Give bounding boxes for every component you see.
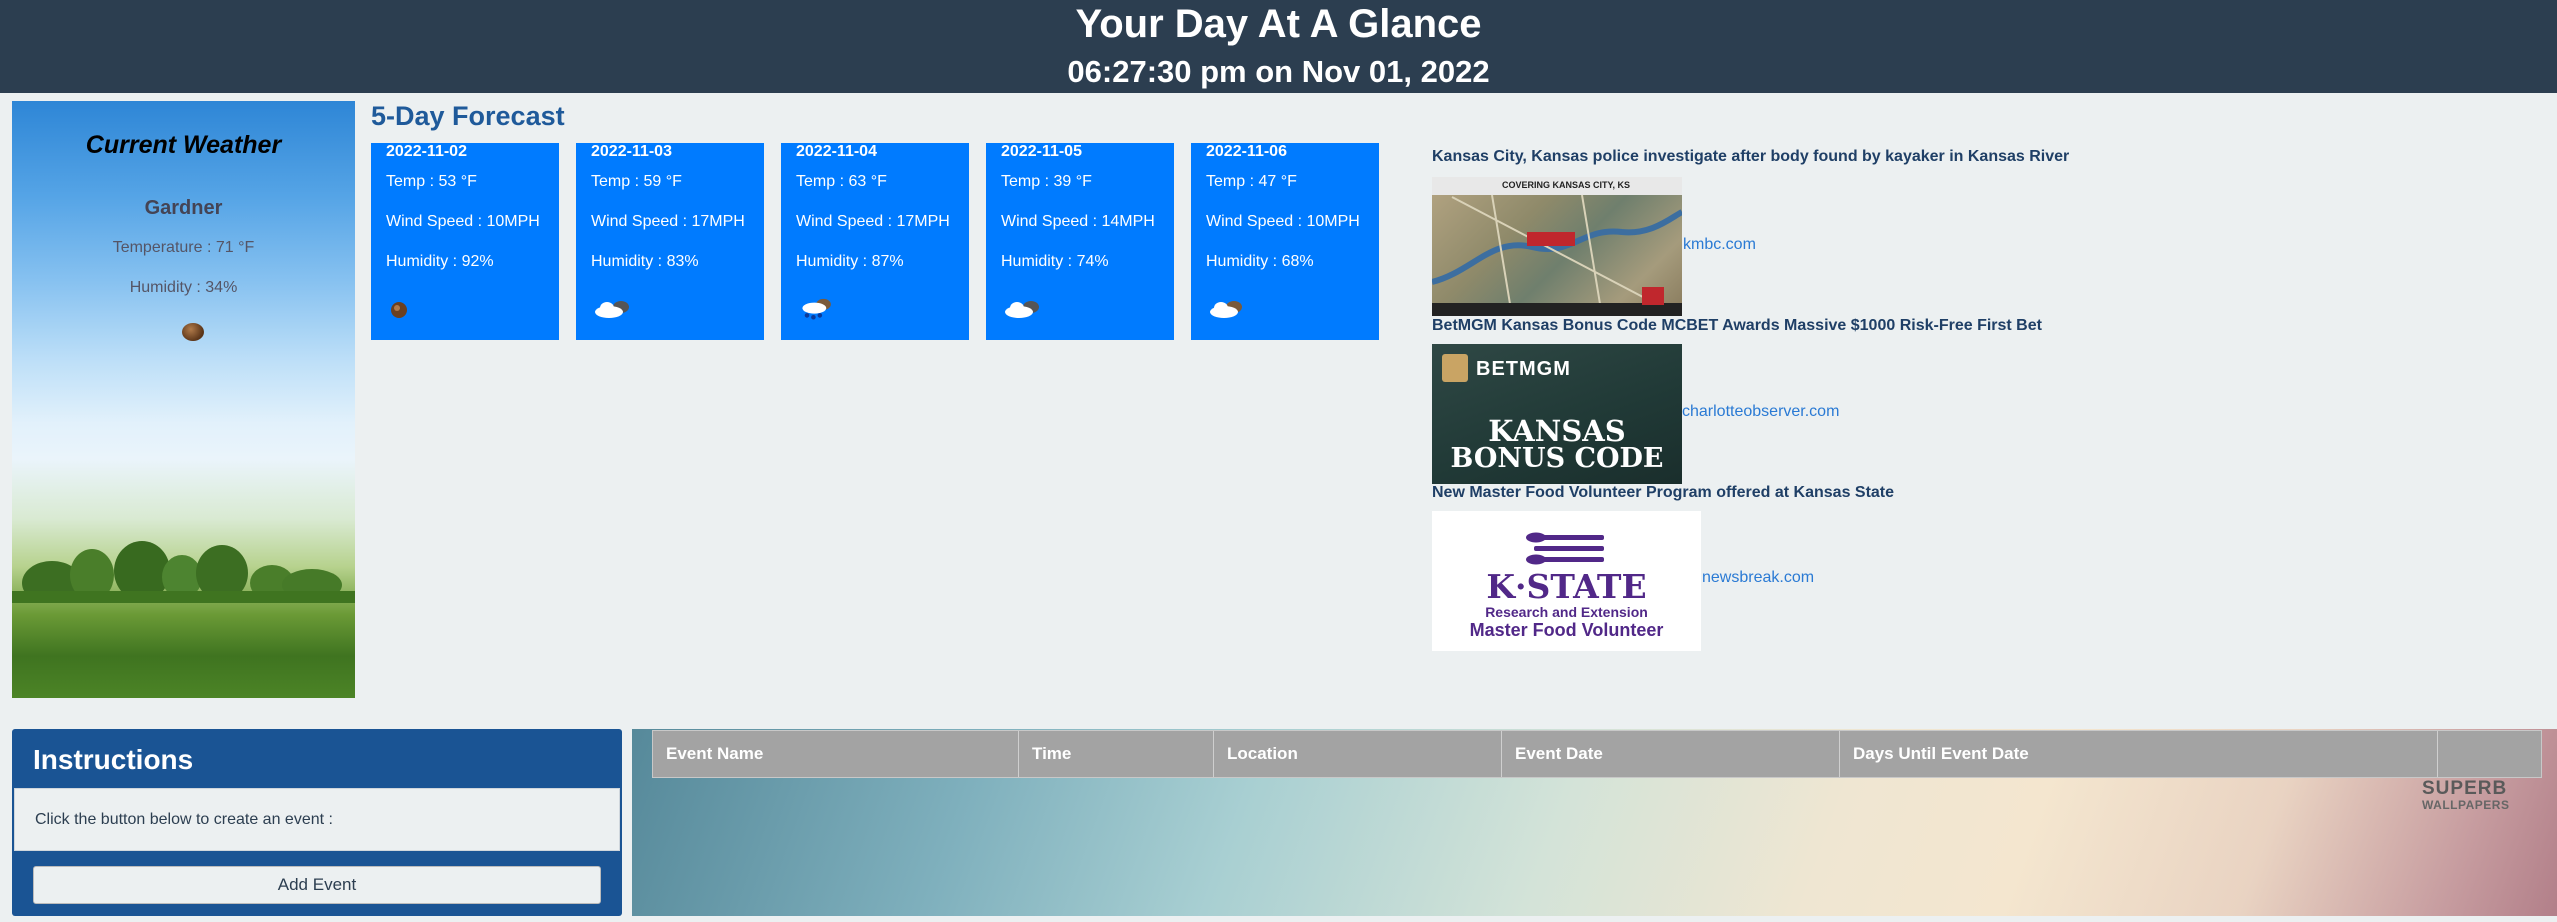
forecast-date: 2022-11-02 bbox=[386, 143, 467, 160]
news-image-caption: COVERING KANSAS CITY, KS bbox=[1502, 180, 1631, 190]
city-name: Gardner bbox=[144, 197, 223, 219]
column-header-event-date: Event Date bbox=[1502, 731, 1840, 777]
fork-spoon-icon bbox=[1526, 532, 1604, 565]
forecast-card: 2022-11-05 Temp : 39 °F Wind Speed : 14M… bbox=[986, 143, 1174, 340]
betmgm-logo-icon bbox=[1442, 354, 1468, 382]
forecast-card: 2022-11-03 Temp : 59 °F Wind Speed : 17M… bbox=[576, 143, 764, 340]
news-source-link[interactable]: charlotteobserver.com bbox=[1682, 403, 1839, 421]
column-header-event-name: Event Name bbox=[653, 731, 1019, 777]
forecast-date: 2022-11-03 bbox=[591, 143, 672, 160]
news-image-line2: BONUS CODE bbox=[1450, 443, 1664, 474]
column-header-days-until: Days Until Event Date bbox=[1840, 731, 2438, 777]
news-headline[interactable]: BetMGM Kansas Bonus Code MCBET Awards Ma… bbox=[1432, 317, 2042, 335]
news-image-line1: K·STATE bbox=[1486, 567, 1647, 606]
forecast-temp: Temp : 63 °F bbox=[796, 173, 887, 190]
page-title: Your Day At A Glance bbox=[1075, 2, 1482, 46]
forecast-wind: Wind Speed : 17MPH bbox=[796, 213, 950, 230]
news-image[interactable]: COVERING KANSAS CITY, KS bbox=[1432, 177, 1682, 316]
current-temperature: Temperature : 71 °F bbox=[112, 239, 255, 256]
news-image-line2: Research and Extension bbox=[1485, 604, 1648, 620]
instructions-title: Instructions bbox=[33, 744, 194, 775]
forecast-humidity: Humidity : 87% bbox=[796, 253, 904, 270]
watermark-line1: SUPERB bbox=[2422, 778, 2508, 799]
column-header-time: Time bbox=[1019, 731, 1214, 777]
instructions-text: Click the button below to create an even… bbox=[35, 811, 333, 828]
news-headline[interactable]: Kansas City, Kansas police investigate a… bbox=[1432, 148, 2069, 166]
page-header: Your Day At A Glance 06:27:30 pm on Nov … bbox=[0, 0, 2557, 93]
forecast-temp: Temp : 53 °F bbox=[386, 173, 477, 190]
forecast-wind: Wind Speed : 10MPH bbox=[1206, 213, 1360, 230]
forecast-temp: Temp : 47 °F bbox=[1206, 173, 1297, 190]
news-image-brand: BETMGM bbox=[1476, 358, 1571, 380]
forecast-wind: Wind Speed : 10MPH bbox=[386, 213, 540, 230]
news-source-link[interactable]: newsbreak.com bbox=[1702, 569, 1814, 587]
sun-icon bbox=[391, 302, 407, 318]
forecast-wind: Wind Speed : 17MPH bbox=[591, 213, 745, 230]
forecast-humidity: Humidity : 74% bbox=[1001, 253, 1109, 270]
weather-icon bbox=[182, 323, 204, 341]
add-event-button[interactable]: Add Event bbox=[33, 866, 601, 904]
news-image[interactable]: K·STATE Research and Extension Master Fo… bbox=[1432, 511, 1701, 651]
cloudy-icon bbox=[595, 301, 629, 318]
news-headline[interactable]: New Master Food Volunteer Program offere… bbox=[1432, 484, 1894, 502]
rain-icon bbox=[802, 298, 831, 320]
current-datetime: 06:27:30 pm on Nov 01, 2022 bbox=[1067, 54, 1490, 89]
forecast-temp: Temp : 39 °F bbox=[1001, 173, 1092, 190]
river-map-image bbox=[1432, 177, 1682, 316]
palm-trees-background bbox=[12, 541, 355, 603]
instructions-panel: Instructions Click the button below to c… bbox=[12, 729, 622, 916]
events-table: Event Name Time Location Event Date Days… bbox=[652, 730, 2542, 778]
forecast-card: 2022-11-06 Temp : 47 °F Wind Speed : 10M… bbox=[1191, 143, 1379, 340]
watermark: SUPERB WALLPAPERS bbox=[2422, 778, 2510, 814]
forecast-date: 2022-11-04 bbox=[796, 143, 877, 160]
forecast-date: 2022-11-05 bbox=[1001, 143, 1082, 160]
instructions-body: Click the button below to create an even… bbox=[14, 788, 620, 851]
forecast-humidity: Humidity : 92% bbox=[386, 253, 494, 270]
forecast-wind: Wind Speed : 14MPH bbox=[1001, 213, 1155, 230]
partly-cloudy-icon bbox=[1210, 301, 1242, 318]
forecast-card: 2022-11-04 Temp : 63 °F Wind Speed : 17M… bbox=[781, 143, 969, 340]
news-image-line3: Master Food Volunteer bbox=[1469, 620, 1664, 640]
forecast-heading: 5-Day Forecast bbox=[371, 101, 565, 131]
forecast-card: 2022-11-02 Temp : 53 °F Wind Speed : 10M… bbox=[371, 143, 559, 340]
column-header-actions bbox=[2438, 731, 2541, 777]
current-weather-title: Current Weather bbox=[85, 131, 282, 159]
column-header-location: Location bbox=[1214, 731, 1502, 777]
forecast-humidity: Humidity : 68% bbox=[1206, 253, 1314, 270]
news-image[interactable]: BETMGM KANSAS BONUS CODE bbox=[1432, 344, 1682, 484]
news-source-link[interactable]: kmbc.com bbox=[1683, 236, 1756, 254]
current-humidity: Humidity : 34% bbox=[129, 279, 238, 296]
forecast-temp: Temp : 59 °F bbox=[591, 173, 682, 190]
watermark-line2: WALLPAPERS bbox=[2422, 798, 2510, 812]
forecast-humidity: Humidity : 83% bbox=[591, 253, 699, 270]
forecast-date: 2022-11-06 bbox=[1206, 143, 1287, 160]
current-weather-panel: Current Weather Gardner Temperature : 71… bbox=[12, 101, 355, 698]
cloudy-icon bbox=[1005, 301, 1039, 318]
